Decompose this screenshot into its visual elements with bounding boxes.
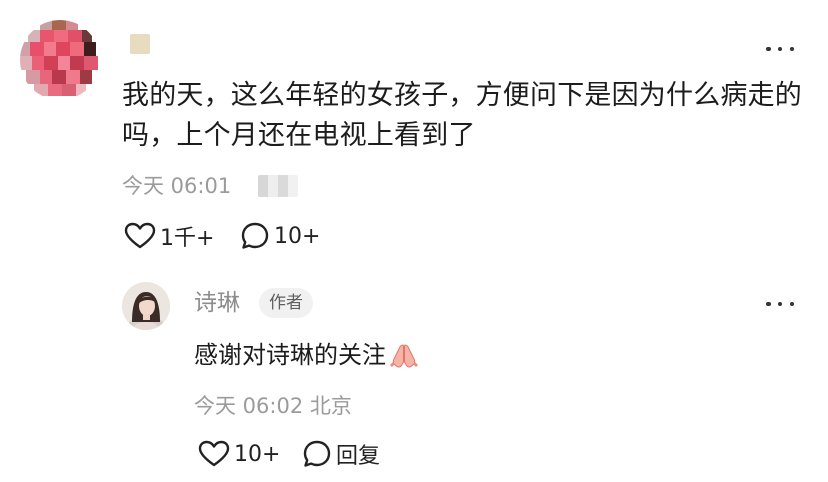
author-name[interactable]: 诗琳 xyxy=(194,286,240,320)
like-button[interactable]: 10+ xyxy=(198,438,280,470)
reply-timestamp-location: 今天 06:02 北京 xyxy=(194,394,352,418)
author-badge: 作者 xyxy=(259,288,313,318)
commenter-name-blurred[interactable] xyxy=(130,34,150,54)
like-button[interactable]: 1千+ xyxy=(124,220,214,252)
reply-label: 回复 xyxy=(336,444,381,469)
comment-text: 我的天，这么年轻的女孩子，方便问下是因为什么病走的吗，上个月还在电视上看到了 xyxy=(122,80,802,151)
heart-icon xyxy=(198,440,230,467)
comment-bubble-icon xyxy=(303,440,331,467)
heart-icon xyxy=(124,222,156,249)
pixelated-avatar-image xyxy=(20,20,100,100)
comment-timestamp: 今天 06:01 xyxy=(122,174,232,198)
author-avatar[interactable] xyxy=(122,282,170,330)
reply-count: 10+ xyxy=(274,223,321,249)
praying-hands-icon xyxy=(390,344,418,368)
comment-bubble-icon xyxy=(241,222,269,249)
author-avatar-image xyxy=(122,282,170,330)
more-icon[interactable] xyxy=(766,299,794,309)
commenter-avatar[interactable] xyxy=(20,20,100,100)
like-count: 10+ xyxy=(234,441,281,467)
comment-location-blurred xyxy=(258,175,298,197)
comment-count-button[interactable]: 10+ xyxy=(240,220,320,252)
more-icon[interactable] xyxy=(766,44,794,54)
reply-text: 感谢对诗琳的关注 xyxy=(194,341,386,369)
reply-text-line: 感谢对诗琳的关注 xyxy=(194,336,420,374)
reply-button[interactable]: 回复 xyxy=(302,438,380,470)
like-count: 1千+ xyxy=(160,226,215,251)
